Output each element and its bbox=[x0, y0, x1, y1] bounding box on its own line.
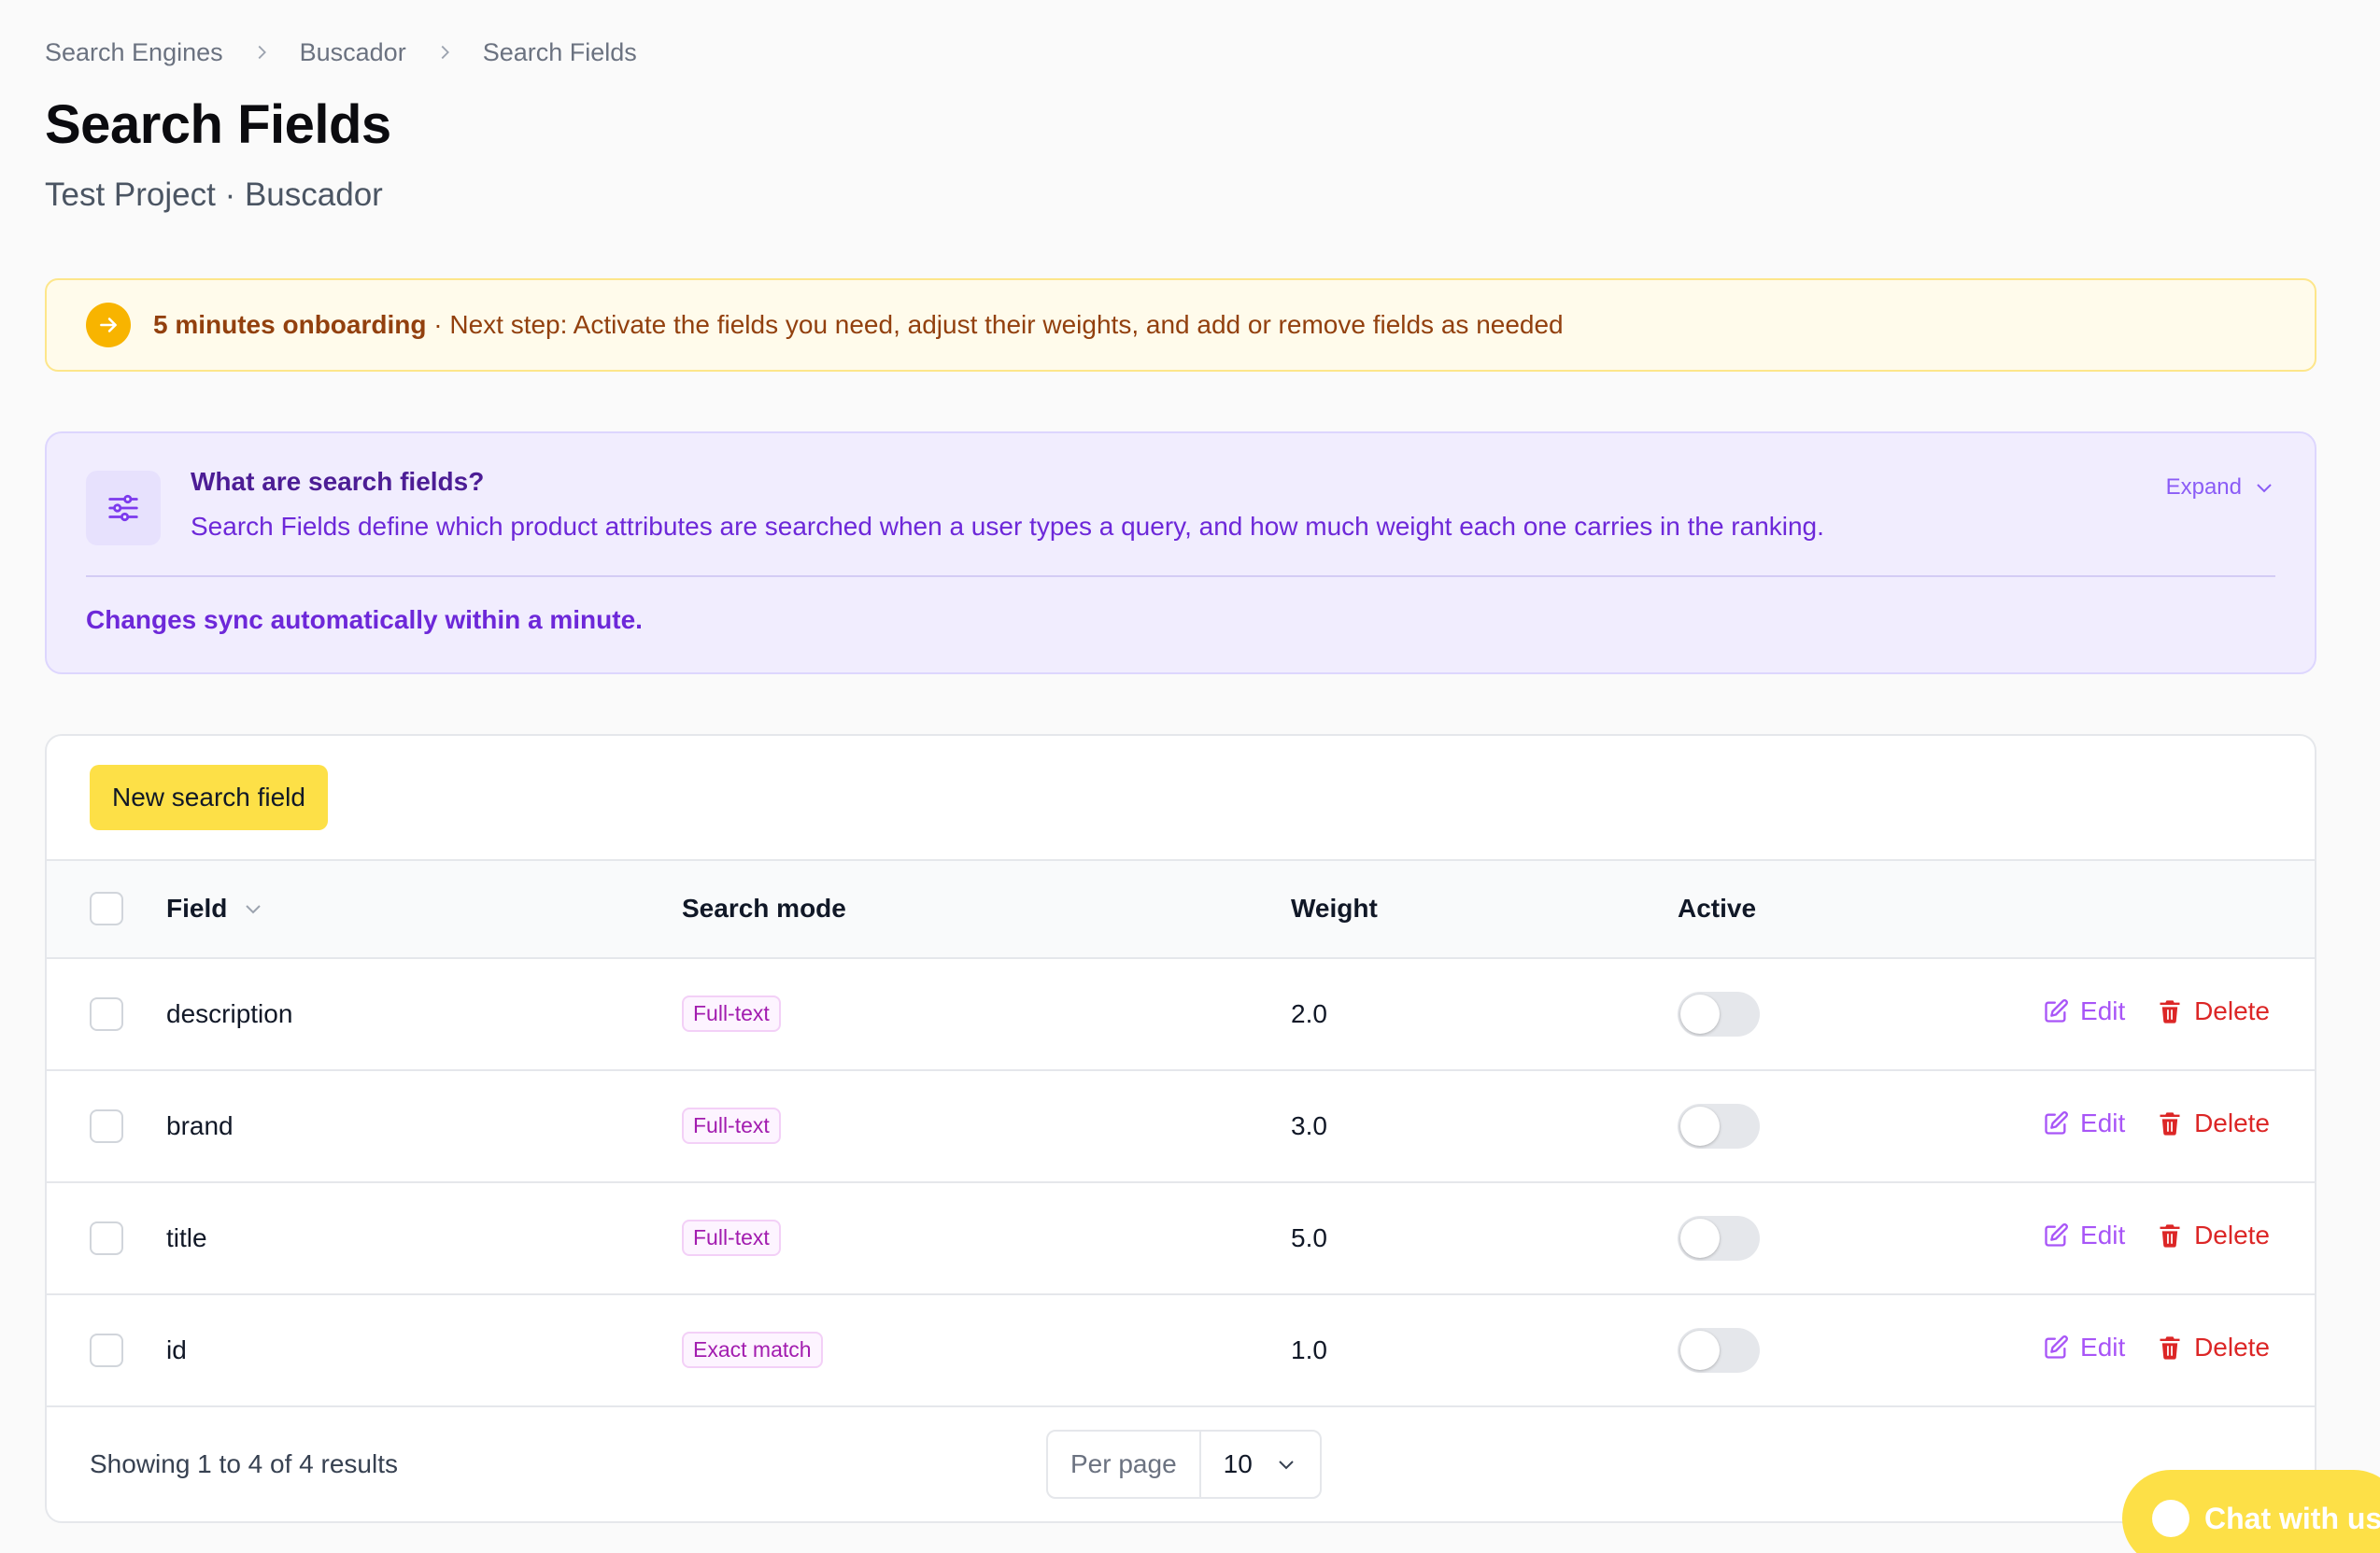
edit-button[interactable]: Edit bbox=[2043, 996, 2125, 1026]
weight-value: 2.0 bbox=[1291, 998, 1327, 1028]
sort-field-header[interactable]: Field bbox=[166, 894, 264, 924]
column-field-label: Field bbox=[166, 894, 228, 924]
expand-label: Expand bbox=[2165, 473, 2242, 500]
table-footer: Showing 1 to 4 of 4 results Per page 10 bbox=[47, 1407, 2315, 1521]
edit-label: Edit bbox=[2080, 996, 2126, 1026]
info-panel: What are search fields? Search Fields de… bbox=[45, 431, 2316, 674]
search-mode-badge: Full-text bbox=[682, 995, 781, 1033]
search-fields-table: Field Search mode Weight Active descript… bbox=[47, 860, 2315, 1407]
search-mode-badge: Full-text bbox=[682, 1108, 781, 1145]
chevron-right-icon bbox=[251, 42, 272, 63]
onboarding-banner: 5 minutes onboarding · Next step: Activa… bbox=[45, 277, 2316, 372]
table-row: title Full-text 5.0 Edit Delete bbox=[47, 1182, 2315, 1294]
sync-note: Changes sync automatically within a minu… bbox=[86, 604, 643, 634]
edit-icon bbox=[2045, 1335, 2068, 1359]
edit-button[interactable]: Edit bbox=[2043, 1108, 2125, 1138]
trash-icon bbox=[2160, 1224, 2180, 1248]
delete-label: Delete bbox=[2194, 1221, 2270, 1250]
card-toolbar: New search field bbox=[47, 736, 2315, 861]
column-weight: Weight bbox=[1291, 894, 1378, 924]
breadcrumb-search-engines[interactable]: Search Engines bbox=[45, 38, 223, 67]
delete-button[interactable]: Delete bbox=[2157, 1333, 2270, 1362]
info-description: Search Fields define which product attri… bbox=[191, 511, 1824, 541]
main-content: Search Engines Buscador Search Fields Se… bbox=[45, 34, 2316, 1523]
edit-button[interactable]: Edit bbox=[2043, 1221, 2125, 1250]
weight-value: 1.0 bbox=[1291, 1334, 1327, 1364]
chat-bubble-icon bbox=[2152, 1500, 2189, 1537]
search-mode-badge: Full-text bbox=[682, 1220, 781, 1257]
per-page-control: Per page 10 bbox=[1046, 1429, 1322, 1499]
trash-icon bbox=[2160, 1336, 2180, 1360]
chat-label: Chat with us bbox=[2204, 1501, 2380, 1535]
delete-label: Delete bbox=[2194, 996, 2270, 1026]
column-search-mode: Search mode bbox=[682, 894, 846, 924]
chevron-down-icon bbox=[2257, 484, 2272, 493]
row-checkbox[interactable] bbox=[90, 1108, 123, 1143]
results-summary: Showing 1 to 4 of 4 results bbox=[90, 1448, 398, 1478]
new-search-field-button[interactable]: New search field bbox=[90, 764, 328, 830]
edit-button[interactable]: Edit bbox=[2043, 1333, 2125, 1362]
search-fields-card: New search field Field Search mode Weigh… bbox=[45, 733, 2316, 1523]
breadcrumb-buscador[interactable]: Buscador bbox=[300, 38, 406, 67]
per-page-label: Per page bbox=[1048, 1431, 1201, 1497]
chevron-right-icon bbox=[434, 42, 455, 63]
onboarding-text: · Next step: Activate the fields you nee… bbox=[426, 309, 1564, 339]
page-subtitle: Test Project · Buscador bbox=[45, 176, 383, 213]
weight-value: 3.0 bbox=[1291, 1110, 1327, 1140]
divider bbox=[86, 574, 2275, 577]
chevron-down-icon bbox=[246, 905, 262, 914]
search-mode-badge: Exact match bbox=[682, 1332, 823, 1369]
trash-icon bbox=[2160, 1112, 2180, 1136]
field-name: brand bbox=[166, 1110, 234, 1140]
table-header-row: Field Search mode Weight Active bbox=[47, 860, 2315, 958]
chat-widget-button[interactable]: Chat with us bbox=[2122, 1470, 2380, 1553]
trash-icon bbox=[2160, 1000, 2180, 1024]
active-toggle[interactable] bbox=[1678, 991, 1760, 1037]
delete-button[interactable]: Delete bbox=[2157, 1221, 2270, 1250]
page-title: Search Fields bbox=[45, 94, 391, 155]
field-name: id bbox=[166, 1334, 187, 1364]
weight-value: 5.0 bbox=[1291, 1222, 1327, 1252]
edit-label: Edit bbox=[2080, 1221, 2126, 1250]
row-checkbox[interactable] bbox=[90, 996, 123, 1031]
column-active: Active bbox=[1678, 894, 1757, 924]
active-toggle[interactable] bbox=[1678, 1215, 1760, 1261]
breadcrumb: Search Engines Buscador Search Fields bbox=[45, 34, 2316, 71]
per-page-select[interactable]: 10 bbox=[1201, 1449, 1320, 1479]
info-title: What are search fields? bbox=[191, 466, 485, 496]
onboarding-title: 5 minutes onboarding bbox=[153, 309, 427, 339]
row-checkbox[interactable] bbox=[90, 1333, 123, 1367]
edit-icon bbox=[2045, 999, 2068, 1023]
field-name: title bbox=[166, 1222, 207, 1252]
table-row: description Full-text 2.0 Edit Delete bbox=[47, 958, 2315, 1070]
edit-icon bbox=[2045, 1223, 2068, 1247]
sliders-icon bbox=[86, 470, 161, 545]
edit-icon bbox=[2045, 1111, 2068, 1135]
active-toggle[interactable] bbox=[1678, 1103, 1760, 1149]
delete-label: Delete bbox=[2194, 1333, 2270, 1362]
breadcrumb-search-fields[interactable]: Search Fields bbox=[483, 38, 637, 67]
edit-label: Edit bbox=[2080, 1333, 2126, 1362]
select-all-checkbox[interactable] bbox=[90, 892, 123, 926]
table-row: id Exact match 1.0 Edit Delete bbox=[47, 1294, 2315, 1406]
arrow-right-icon bbox=[86, 302, 131, 347]
row-checkbox[interactable] bbox=[90, 1221, 123, 1255]
delete-button[interactable]: Delete bbox=[2157, 1108, 2270, 1138]
delete-label: Delete bbox=[2194, 1108, 2270, 1138]
active-toggle[interactable] bbox=[1678, 1327, 1760, 1373]
edit-label: Edit bbox=[2080, 1108, 2126, 1138]
table-row: brand Full-text 3.0 Edit Delete bbox=[47, 1070, 2315, 1182]
delete-button[interactable]: Delete bbox=[2157, 996, 2270, 1026]
per-page-value: 10 bbox=[1223, 1448, 1253, 1478]
chevron-down-icon bbox=[1279, 1461, 1294, 1470]
expand-button[interactable]: Expand bbox=[2166, 474, 2275, 501]
field-name: description bbox=[166, 998, 293, 1028]
